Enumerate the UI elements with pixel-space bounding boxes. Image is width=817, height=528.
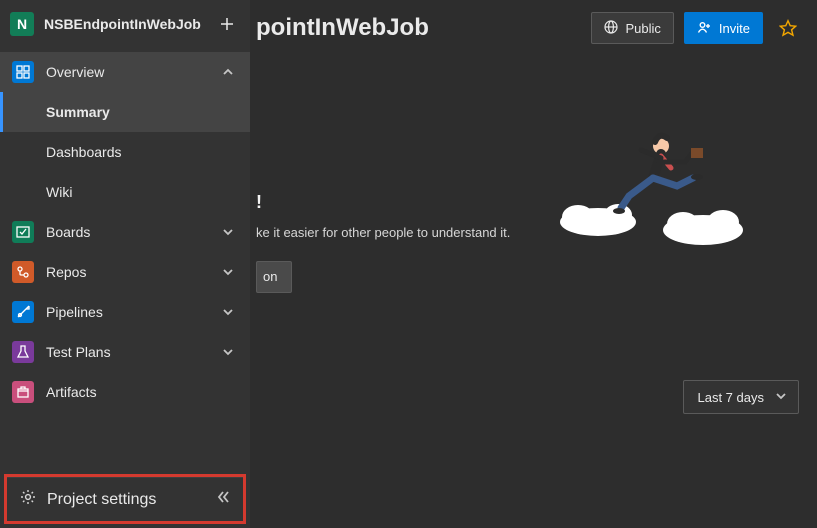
artifacts-icon [12, 381, 34, 403]
project-settings-highlight: Project settings [4, 474, 246, 524]
sidebar-item-label: Project settings [47, 491, 205, 509]
chevron-down-icon [218, 302, 238, 322]
sidebar-item-label: Boards [46, 224, 206, 240]
chevron-down-icon [774, 389, 788, 406]
project-name[interactable]: NSBEndpointInWebJob [44, 16, 204, 32]
sidebar-header: N NSBEndpointInWebJob [0, 0, 250, 48]
summary-about-section: ! ke it easier for other people to under… [250, 56, 817, 293]
sidebar-item-label: Overview [46, 64, 206, 80]
repos-icon [12, 261, 34, 283]
app-root: N NSBEndpointInWebJob Overview S [0, 0, 817, 528]
sidebar-subitem-wiki[interactable]: Wiki [0, 172, 250, 212]
sidebar-item-boards[interactable]: Boards [0, 212, 250, 252]
sidebar-subitem-summary[interactable]: Summary [0, 92, 250, 132]
pipelines-icon [12, 301, 34, 323]
sidebar-item-artifacts[interactable]: Artifacts [0, 372, 250, 412]
test-plans-icon [12, 341, 34, 363]
collapse-icon[interactable] [215, 489, 231, 510]
main-content: pointInWebJob Public Invite ! [250, 0, 817, 528]
sidebar-subitem-label: Wiki [46, 184, 72, 200]
sidebar-item-project-settings[interactable]: Project settings [7, 477, 243, 521]
sidebar-item-label: Artifacts [46, 384, 238, 400]
page-title: pointInWebJob [256, 14, 429, 42]
add-user-icon [697, 20, 711, 37]
chevron-down-icon [218, 262, 238, 282]
about-column: ! ke it easier for other people to under… [256, 72, 521, 293]
chevron-down-icon [218, 222, 238, 242]
visibility-label: Public [626, 21, 661, 36]
sidebar-item-label: Pipelines [46, 304, 206, 320]
sidebar-subitem-dashboards[interactable]: Dashboards [0, 132, 250, 172]
invite-button[interactable]: Invite [684, 12, 763, 44]
welcome-illustration [521, 72, 796, 293]
sidebar: N NSBEndpointInWebJob Overview S [0, 0, 250, 528]
sidebar-item-test-plans[interactable]: Test Plans [0, 332, 250, 372]
sidebar-item-label: Test Plans [46, 344, 206, 360]
sidebar-subitem-label: Dashboards [46, 144, 122, 160]
invite-label: Invite [719, 21, 750, 36]
sidebar-item-pipelines[interactable]: Pipelines [0, 292, 250, 332]
overview-icon [12, 61, 34, 83]
chevron-down-icon [218, 342, 238, 362]
page-header: pointInWebJob Public Invite [250, 0, 817, 56]
gear-icon [19, 488, 37, 511]
visibility-button[interactable]: Public [591, 12, 674, 44]
globe-icon [604, 20, 618, 37]
stats-filter-row: Last 7 days [683, 380, 800, 414]
chevron-up-icon [218, 62, 238, 82]
sidebar-item-repos[interactable]: Repos [0, 252, 250, 292]
project-avatar[interactable]: N [10, 12, 34, 36]
favorite-button[interactable] [777, 17, 799, 39]
about-description: ke it easier for other people to underst… [256, 223, 521, 243]
time-range-label: Last 7 days [698, 390, 765, 405]
about-heading: ! [256, 192, 521, 213]
about-action-label: on [263, 269, 277, 284]
sidebar-nav: Overview Summary Dashboards Wiki [0, 48, 250, 474]
plus-icon [219, 16, 235, 32]
new-project-button[interactable] [214, 11, 240, 37]
time-range-dropdown[interactable]: Last 7 days [683, 380, 800, 414]
boards-icon [12, 221, 34, 243]
sidebar-item-label: Repos [46, 264, 206, 280]
star-icon [779, 19, 797, 37]
sidebar-item-overview[interactable]: Overview [0, 52, 250, 92]
about-action-button[interactable]: on [256, 261, 292, 293]
sidebar-subitem-label: Summary [46, 104, 110, 120]
